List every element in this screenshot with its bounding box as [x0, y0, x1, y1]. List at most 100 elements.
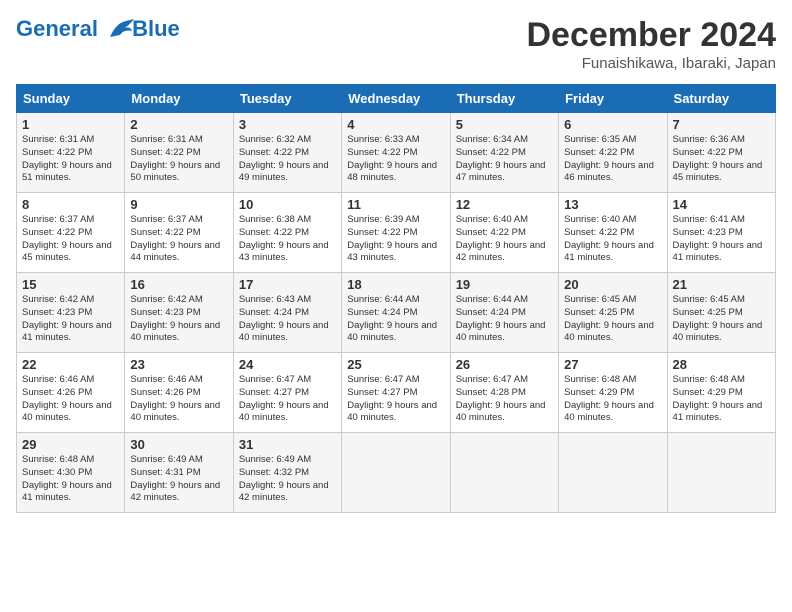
day-number: 7 — [673, 117, 770, 132]
calendar-cell: 13 Sunrise: 6:40 AMSunset: 4:22 PMDayligh… — [559, 193, 667, 273]
day-info: Sunrise: 6:47 AMSunset: 4:27 PMDaylight:… — [347, 374, 444, 425]
day-info: Sunrise: 6:37 AMSunset: 4:22 PMDaylight:… — [22, 214, 119, 265]
col-header-friday: Friday — [559, 85, 667, 113]
calendar-week-1: 1 Sunrise: 6:31 AMSunset: 4:22 PMDaylight… — [17, 113, 776, 193]
location: Funaishikawa, Ibaraki, Japan — [526, 55, 776, 72]
col-header-thursday: Thursday — [450, 85, 558, 113]
calendar-cell: 25 Sunrise: 6:47 AMSunset: 4:27 PMDayligh… — [342, 353, 450, 433]
day-number: 11 — [347, 197, 444, 212]
day-info: Sunrise: 6:40 AMSunset: 4:22 PMDaylight:… — [456, 214, 553, 265]
day-number: 28 — [673, 357, 770, 372]
day-number: 20 — [564, 277, 661, 292]
day-info: Sunrise: 6:31 AMSunset: 4:22 PMDaylight:… — [22, 134, 119, 185]
calendar-cell: 16Sunrise: 6:42 AMSunset: 4:23 PMDayligh… — [125, 273, 233, 353]
day-number: 2 — [130, 117, 227, 132]
logo-bird-icon — [106, 19, 134, 41]
calendar-cell: 29 Sunrise: 6:48 AMSunset: 4:30 PMDayligh… — [17, 433, 125, 513]
calendar-week-2: 8 Sunrise: 6:37 AMSunset: 4:22 PMDaylight… — [17, 193, 776, 273]
day-number: 3 — [239, 117, 336, 132]
calendar-cell: 30 Sunrise: 6:49 AMSunset: 4:31 PMDayligh… — [125, 433, 233, 513]
calendar-cell: 1 Sunrise: 6:31 AMSunset: 4:22 PMDaylight… — [17, 113, 125, 193]
day-info: Sunrise: 6:36 AMSunset: 4:22 PMDaylight:… — [673, 134, 770, 185]
calendar-cell: 17Sunrise: 6:43 AMSunset: 4:24 PMDayligh… — [233, 273, 341, 353]
day-info: Sunrise: 6:47 AMSunset: 4:28 PMDaylight:… — [456, 374, 553, 425]
day-number: 25 — [347, 357, 444, 372]
day-number: 4 — [347, 117, 444, 132]
day-info: Sunrise: 6:45 AMSunset: 4:25 PMDaylight:… — [564, 294, 661, 345]
day-number: 26 — [456, 357, 553, 372]
day-number: 12 — [456, 197, 553, 212]
day-number: 16 — [130, 277, 227, 292]
day-info: Sunrise: 6:49 AMSunset: 4:31 PMDaylight:… — [130, 454, 227, 505]
logo-blue: Blue — [132, 16, 180, 42]
day-number: 10 — [239, 197, 336, 212]
logo-general: General — [16, 16, 98, 41]
day-number: 23 — [130, 357, 227, 372]
calendar-week-3: 15Sunrise: 6:42 AMSunset: 4:23 PMDayligh… — [17, 273, 776, 353]
calendar-cell: 22 Sunrise: 6:46 AMSunset: 4:26 PMDayligh… — [17, 353, 125, 433]
col-header-sunday: Sunday — [17, 85, 125, 113]
day-number: 31 — [239, 437, 336, 452]
calendar-cell — [450, 433, 558, 513]
day-number: 19 — [456, 277, 553, 292]
calendar-cell: 23 Sunrise: 6:46 AMSunset: 4:26 PMDayligh… — [125, 353, 233, 433]
calendar-week-5: 29 Sunrise: 6:48 AMSunset: 4:30 PMDayligh… — [17, 433, 776, 513]
day-number: 13 — [564, 197, 661, 212]
day-info: Sunrise: 6:43 AMSunset: 4:24 PMDaylight:… — [239, 294, 336, 345]
day-info: Sunrise: 6:35 AMSunset: 4:22 PMDaylight:… — [564, 134, 661, 185]
day-number: 14 — [673, 197, 770, 212]
day-info: Sunrise: 6:49 AMSunset: 4:32 PMDaylight:… — [239, 454, 336, 505]
day-info: Sunrise: 6:32 AMSunset: 4:22 PMDaylight:… — [239, 134, 336, 185]
calendar-header-row: SundayMondayTuesdayWednesdayThursdayFrid… — [17, 85, 776, 113]
title-section: December 2024 Funaishikawa, Ibaraki, Jap… — [526, 16, 776, 72]
calendar-cell: 31 Sunrise: 6:49 AMSunset: 4:32 PMDayligh… — [233, 433, 341, 513]
day-info: Sunrise: 6:34 AMSunset: 4:22 PMDaylight:… — [456, 134, 553, 185]
calendar-cell: 12 Sunrise: 6:40 AMSunset: 4:22 PMDayligh… — [450, 193, 558, 273]
calendar-cell — [559, 433, 667, 513]
day-info: Sunrise: 6:46 AMSunset: 4:26 PMDaylight:… — [22, 374, 119, 425]
calendar-week-4: 22 Sunrise: 6:46 AMSunset: 4:26 PMDayligh… — [17, 353, 776, 433]
day-info: Sunrise: 6:48 AMSunset: 4:30 PMDaylight:… — [22, 454, 119, 505]
calendar-table: SundayMondayTuesdayWednesdayThursdayFrid… — [16, 84, 776, 513]
day-number: 29 — [22, 437, 119, 452]
col-header-tuesday: Tuesday — [233, 85, 341, 113]
calendar-cell: 26 Sunrise: 6:47 AMSunset: 4:28 PMDayligh… — [450, 353, 558, 433]
calendar-cell: 7 Sunrise: 6:36 AMSunset: 4:22 PMDaylight… — [667, 113, 775, 193]
day-info: Sunrise: 6:48 AMSunset: 4:29 PMDaylight:… — [564, 374, 661, 425]
day-number: 1 — [22, 117, 119, 132]
day-number: 27 — [564, 357, 661, 372]
calendar-cell: 9Sunrise: 6:37 AMSunset: 4:22 PMDaylight… — [125, 193, 233, 273]
day-info: Sunrise: 6:44 AMSunset: 4:24 PMDaylight:… — [347, 294, 444, 345]
calendar-cell — [667, 433, 775, 513]
day-info: Sunrise: 6:38 AMSunset: 4:22 PMDaylight:… — [239, 214, 336, 265]
calendar-cell: 3 Sunrise: 6:32 AMSunset: 4:22 PMDaylight… — [233, 113, 341, 193]
day-info: Sunrise: 6:33 AMSunset: 4:22 PMDaylight:… — [347, 134, 444, 185]
day-info: Sunrise: 6:47 AMSunset: 4:27 PMDaylight:… — [239, 374, 336, 425]
day-info: Sunrise: 6:40 AMSunset: 4:22 PMDaylight:… — [564, 214, 661, 265]
day-info: Sunrise: 6:44 AMSunset: 4:24 PMDaylight:… — [456, 294, 553, 345]
calendar-cell — [342, 433, 450, 513]
calendar-cell: 27 Sunrise: 6:48 AMSunset: 4:29 PMDayligh… — [559, 353, 667, 433]
day-number: 30 — [130, 437, 227, 452]
day-info: Sunrise: 6:37 AMSunset: 4:22 PMDaylight:… — [130, 214, 227, 265]
calendar-cell: 18Sunrise: 6:44 AMSunset: 4:24 PMDayligh… — [342, 273, 450, 353]
calendar-cell: 21Sunrise: 6:45 AMSunset: 4:25 PMDayligh… — [667, 273, 775, 353]
day-number: 8 — [22, 197, 119, 212]
calendar-cell: 10 Sunrise: 6:38 AMSunset: 4:22 PMDayligh… — [233, 193, 341, 273]
day-info: Sunrise: 6:46 AMSunset: 4:26 PMDaylight:… — [130, 374, 227, 425]
day-number: 24 — [239, 357, 336, 372]
day-number: 22 — [22, 357, 119, 372]
day-info: Sunrise: 6:41 AMSunset: 4:23 PMDaylight:… — [673, 214, 770, 265]
day-info: Sunrise: 6:39 AMSunset: 4:22 PMDaylight:… — [347, 214, 444, 265]
calendar-cell: 8 Sunrise: 6:37 AMSunset: 4:22 PMDaylight… — [17, 193, 125, 273]
calendar-cell: 24 Sunrise: 6:47 AMSunset: 4:27 PMDayligh… — [233, 353, 341, 433]
col-header-monday: Monday — [125, 85, 233, 113]
day-number: 15 — [22, 277, 119, 292]
col-header-wednesday: Wednesday — [342, 85, 450, 113]
day-info: Sunrise: 6:31 AMSunset: 4:22 PMDaylight:… — [130, 134, 227, 185]
day-number: 6 — [564, 117, 661, 132]
calendar-cell: 11 Sunrise: 6:39 AMSunset: 4:22 PMDayligh… — [342, 193, 450, 273]
day-number: 5 — [456, 117, 553, 132]
calendar-cell: 5 Sunrise: 6:34 AMSunset: 4:22 PMDaylight… — [450, 113, 558, 193]
calendar-body: 1 Sunrise: 6:31 AMSunset: 4:22 PMDaylight… — [17, 113, 776, 513]
